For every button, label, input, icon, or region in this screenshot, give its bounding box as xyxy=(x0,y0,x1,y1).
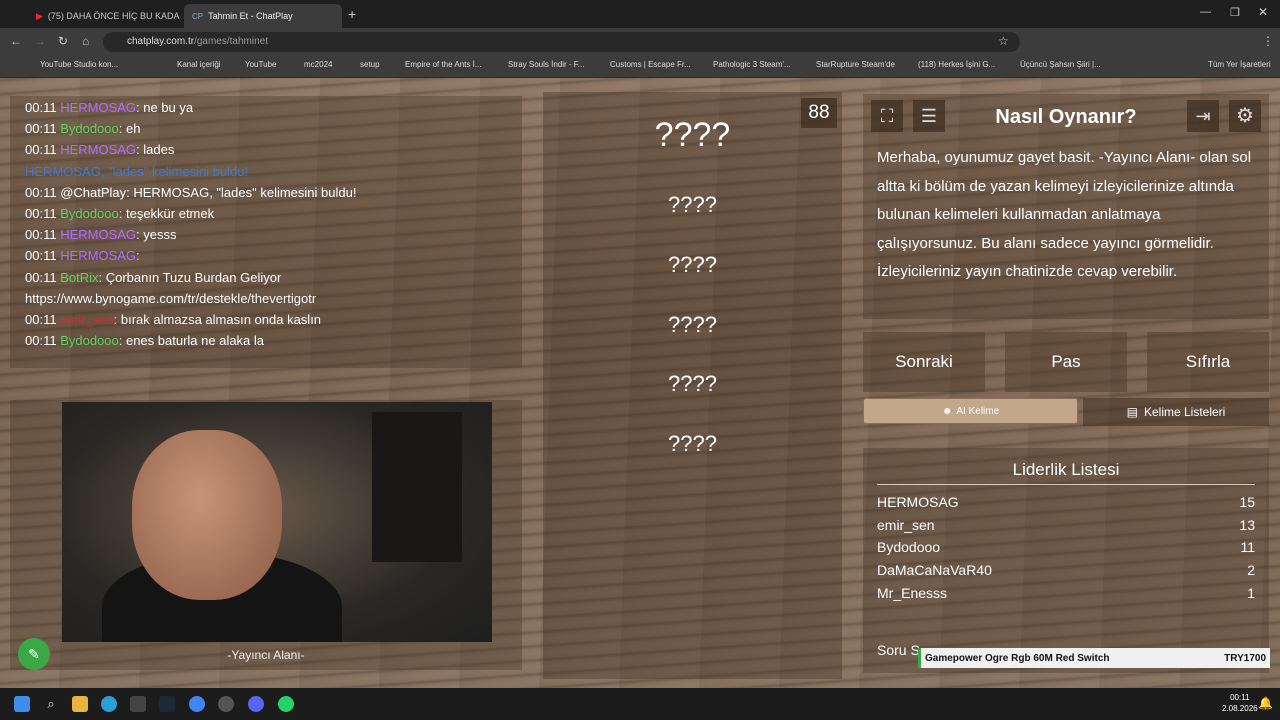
tab-bar: ▶ (75) DAHA ÖNCE HİÇ BU KADA CP Tahmin Et … xyxy=(0,0,1280,28)
forbidden-word: ???? xyxy=(668,252,717,277)
reset-button[interactable]: Sıfırla xyxy=(1147,332,1269,392)
chat-message: 00:11 BotRix: Çorbanın Tuzu Burdan Geliy… xyxy=(25,269,282,285)
main-word: ???? xyxy=(654,116,731,154)
settings-icon[interactable]: ⚙ xyxy=(1229,100,1261,132)
leaderboard-row: emir_sen 13 xyxy=(877,517,1255,533)
pass-button[interactable]: Pas xyxy=(1005,332,1127,392)
store-icon[interactable] xyxy=(130,696,146,712)
chat-message: 00:11 Bydodooo: enes baturla ne alaka la xyxy=(25,333,265,349)
chat-message: 00:11 HERMOSAG: lades xyxy=(25,142,175,158)
leaderboard-title: Liderlik Listesi xyxy=(1012,460,1120,479)
tab-youtube[interactable]: ▶ (75) DAHA ÖNCE HİÇ BU KADA xyxy=(28,4,180,28)
new-tab-icon[interactable]: + xyxy=(348,6,356,22)
bookmark-item[interactable]: StarRupture Steam'de xyxy=(816,60,895,69)
bookmark-item[interactable]: Üçüncü Şahsın Şiiri |... xyxy=(1020,60,1101,69)
file-explorer-icon[interactable] xyxy=(72,696,88,712)
chat-message: 00:11 HERMOSAG: ne bu ya xyxy=(25,100,194,115)
bookmarks-bar: YouTube Studio kon... Kanal içeriği YouT… xyxy=(0,56,1280,78)
streamer-area: -Yayıncı Alanı- ✎ xyxy=(10,400,522,670)
windows-start-icon[interactable] xyxy=(14,696,30,712)
chat-message: 00:11 HERMOSAG: xyxy=(25,248,140,264)
word-lists-button[interactable]: ▤ Kelime Listeleri xyxy=(1083,398,1269,426)
maximize-icon[interactable]: ❐ xyxy=(1230,6,1240,19)
streamer-area-label: -Yayıncı Alanı- xyxy=(227,648,305,662)
chat-message: 00:11 Bydodooo: eh xyxy=(25,121,141,137)
leaderboard-row: Mr_Enesss 1 xyxy=(877,585,1255,601)
robot-icon: ☻ xyxy=(941,405,953,417)
question-counter: Soru S xyxy=(877,642,920,658)
forbidden-word: ???? xyxy=(668,371,717,396)
system-clock[interactable]: 00:11 2.08.2026 xyxy=(1222,692,1258,714)
chatplay-icon: CP xyxy=(192,11,204,21)
forbidden-word: ???? xyxy=(668,312,717,337)
steam-icon[interactable] xyxy=(159,696,175,712)
bookmark-item[interactable]: (118) Herkes İşini G... xyxy=(918,60,995,69)
notification-icon[interactable]: 🔔 xyxy=(1258,696,1273,710)
back-icon[interactable]: ← xyxy=(10,34,22,48)
chat-message: https://www.bynogame.com/tr/destekle/the… xyxy=(25,290,317,306)
webcam-video xyxy=(62,402,492,642)
next-button[interactable]: Sonraki xyxy=(863,332,985,392)
tab-chatplay[interactable]: CP Tahmin Et - ChatPlay xyxy=(184,4,342,28)
list-icon: ▤ xyxy=(1126,405,1138,419)
chat-message: 00:11 @ChatPlay: HERMOSAG, "lades" kelim… xyxy=(25,184,357,200)
bookmark-item[interactable]: Customs | Escape Fr... xyxy=(610,60,691,69)
edit-icon[interactable]: ✎ xyxy=(18,638,50,670)
obs-icon[interactable] xyxy=(218,696,234,712)
home-icon[interactable]: ⌂ xyxy=(82,34,89,48)
edge-icon[interactable] xyxy=(101,696,117,712)
bookmark-item[interactable]: Pathologic 3 Steam'... xyxy=(713,60,791,69)
close-window-icon[interactable]: ✕ xyxy=(1258,5,1268,19)
chrome-icon[interactable] xyxy=(189,696,205,712)
donation-ad[interactable]: Gamepower Ogre Rgb 60M Red Switch TRY1700 xyxy=(918,648,1270,668)
taskbar: ⌕ 00:11 2.08.2026 🔔 xyxy=(0,688,1280,720)
chat-panel: 00:11 HERMOSAG: ne bu ya 00:11 Bydodooo: … xyxy=(10,96,522,368)
search-icon[interactable]: ⌕ xyxy=(43,696,59,712)
exit-icon[interactable]: ⇥ xyxy=(1187,100,1219,132)
chat-message: 00:11 emir_sen: bırak almazsa almasın on… xyxy=(25,312,322,327)
chat-message: HERMOSAG, "lades" kelimesini buldu! xyxy=(25,163,249,179)
help-text: Merhaba, oyunumuz gayet basit. -Yayıncı … xyxy=(877,149,1252,280)
bookmark-item[interactable]: mc2024 xyxy=(304,60,332,69)
game-page: 00:11 HERMOSAG: ne bu ya 00:11 Bydodooo: … xyxy=(0,78,1280,688)
chat-message: 00:11 Bydodooo: teşekkür etmek xyxy=(25,206,215,221)
url-input[interactable]: chatplay.com.tr/games/tahminet xyxy=(103,32,1020,52)
forbidden-word: ???? xyxy=(668,431,717,456)
leaderboard-row: HERMOSAG 15 xyxy=(877,494,1255,510)
star-icon[interactable]: ☆ xyxy=(998,34,1009,48)
all-bookmarks[interactable]: Tüm Yer İşaretleri xyxy=(1208,60,1271,69)
forbidden-word: ???? xyxy=(668,192,717,217)
leaderboard-row: DaMaCaNaVaR40 2 xyxy=(877,562,1255,578)
address-bar: ← → ↻ ⌂ chatplay.com.tr/games/tahminet ☆… xyxy=(0,28,1280,56)
minimize-icon[interactable]: — xyxy=(1200,6,1211,18)
bookmark-item[interactable]: Kanal içeriği xyxy=(177,60,221,69)
word-list-panel: 88 ???? ???? ???? ???? ???? ???? xyxy=(543,92,842,679)
bookmark-item[interactable]: Empire of the Ants İ... xyxy=(405,60,481,69)
leaderboard-row: Bydodooo 11 xyxy=(877,539,1255,555)
bookmark-item[interactable]: Stray Souls İndir - F... xyxy=(508,60,584,69)
youtube-icon: ▶ xyxy=(36,10,43,21)
chat-message: 00:11 HERMOSAG: yesss xyxy=(25,227,177,243)
whatsapp-icon[interactable] xyxy=(278,696,294,712)
ai-word-button[interactable]: ☻ AI Kelime xyxy=(863,398,1078,424)
help-panel: ⛶ ☰ Nasıl Oynanır? ⇥ ⚙ Merhaba, oyunumuz… xyxy=(863,94,1269,319)
bookmark-item[interactable]: YouTube Studio kon... xyxy=(40,60,118,69)
menu-icon[interactable]: ⋮ xyxy=(1262,34,1274,48)
leaderboard-panel: Liderlik Listesi HERMOSAG 15 emir_sen 13 B… xyxy=(863,448,1269,673)
discord-icon[interactable] xyxy=(248,696,264,712)
bookmark-item[interactable]: YouTube xyxy=(245,60,276,69)
bookmark-item[interactable]: setup xyxy=(360,60,380,69)
reload-icon[interactable]: ↻ xyxy=(58,34,68,48)
forward-icon[interactable]: → xyxy=(34,34,46,48)
